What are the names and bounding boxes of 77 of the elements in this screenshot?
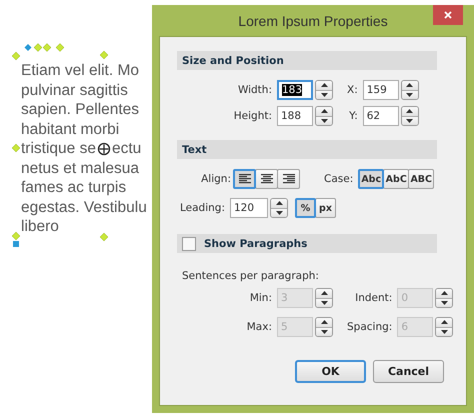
field-label: Spacing:: [347, 321, 392, 333]
number-field[interactable]: 183: [277, 80, 313, 100]
case-button[interactable]: AbC: [383, 169, 410, 189]
field-label: Leading:: [180, 202, 225, 214]
text-line: netus et malesua: [21, 158, 140, 178]
align-button[interactable]: [255, 169, 278, 189]
down-arrow-icon: [320, 92, 328, 97]
text-line: ectu: [112, 139, 142, 158]
align-left-icon: [238, 174, 250, 184]
align-button[interactable]: [233, 169, 256, 189]
ok-button[interactable]: OK: [295, 360, 366, 383]
number-field[interactable]: 159: [362, 80, 399, 100]
cancel-button[interactable]: Cancel: [373, 360, 444, 383]
align-right-icon: [282, 174, 294, 184]
checkbox[interactable]: [182, 236, 196, 250]
spin-up-button[interactable]: [402, 81, 418, 90]
field-label: Width:: [238, 84, 272, 96]
text-line: habitant morbi: [21, 120, 120, 139]
spin-down-button[interactable]: [402, 116, 418, 125]
case-button[interactable]: Abc: [358, 169, 384, 189]
down-arrow-icon: [440, 300, 448, 305]
text-line: tristique se: [21, 139, 96, 158]
up-arrow-icon: [320, 291, 328, 296]
spin-up-button[interactable]: [316, 81, 332, 90]
up-arrow-icon: [320, 109, 328, 114]
section-caption: Sentences per paragraph:: [182, 270, 320, 282]
number-field[interactable]: 188: [277, 106, 313, 126]
spin-up-button[interactable]: [316, 107, 332, 116]
spin-up-button[interactable]: [402, 107, 418, 116]
spin-up-button[interactable]: [316, 289, 332, 298]
field-label: X:: [347, 84, 358, 96]
field-label: Case:: [324, 173, 354, 185]
spin-up-button[interactable]: [316, 318, 332, 326]
field-label: Y:: [349, 110, 358, 122]
text-line: Etiam vel elit. Mo: [21, 61, 140, 80]
down-arrow-icon: [276, 210, 282, 215]
down-arrow-icon: [320, 300, 328, 305]
text-line: libero: [21, 217, 59, 236]
field-label: Align:: [200, 173, 231, 185]
section-header: Size and Position: [177, 51, 437, 70]
down-arrow-icon: [406, 92, 414, 97]
down-arrow-icon: [440, 330, 448, 334]
spin-up-button[interactable]: [271, 199, 287, 208]
field-label: Height:: [234, 110, 272, 122]
text-line: fames ac turpis: [21, 178, 126, 198]
unit-button[interactable]: %: [295, 198, 316, 218]
down-arrow-icon: [320, 118, 328, 123]
down-arrow-icon: [320, 330, 328, 334]
unit-button[interactable]: px: [315, 198, 336, 218]
close-button[interactable]: [433, 5, 463, 25]
move-cursor-icon: [96, 142, 111, 156]
up-arrow-icon: [320, 320, 328, 324]
field-label: Indent:: [355, 292, 392, 304]
window-title: Lorem Ipsum Properties: [238, 12, 388, 28]
up-arrow-icon: [440, 291, 448, 296]
close-icon: [444, 11, 452, 19]
case-button[interactable]: ABC: [408, 169, 434, 189]
up-arrow-icon: [406, 83, 414, 88]
up-arrow-icon: [276, 201, 282, 206]
down-arrow-icon: [406, 118, 414, 123]
spin-up-button[interactable]: [436, 289, 452, 298]
up-arrow-icon: [440, 320, 448, 324]
up-arrow-icon: [406, 109, 414, 114]
field-label: Min:: [250, 292, 272, 304]
section-header: Text: [177, 140, 437, 159]
text-line: sapien. Pellentes: [21, 100, 140, 120]
text-line: egestas. Vestibulu: [21, 198, 147, 217]
number-field[interactable]: 120: [230, 198, 268, 218]
field-label: Max:: [246, 321, 272, 333]
spin-down-button[interactable]: [402, 90, 418, 99]
text-line: pulvinar sagittis: [21, 80, 128, 100]
align-center-icon: [260, 174, 272, 184]
spin-up-button[interactable]: [436, 318, 452, 326]
checkbox-label: Show Paragraphs: [204, 238, 308, 250]
number-field[interactable]: 62: [362, 106, 399, 126]
up-arrow-icon: [320, 83, 328, 88]
align-button[interactable]: [277, 169, 300, 189]
